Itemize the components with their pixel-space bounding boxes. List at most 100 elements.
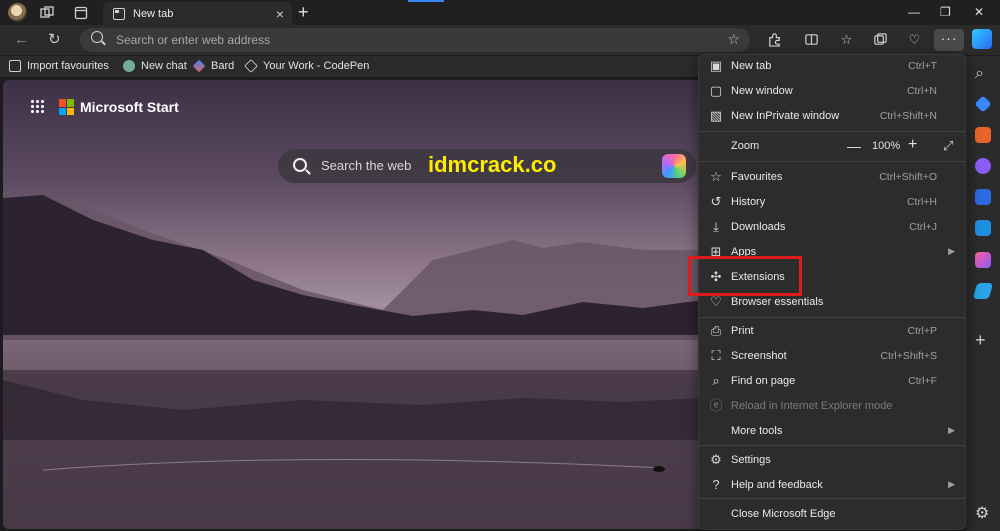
menu-label: Print <box>731 325 754 337</box>
menu-item-print[interactable]: ⎙ Print Ctrl+P <box>699 320 965 342</box>
web-search-box[interactable]: Search the web idmcrack.co <box>278 149 696 183</box>
menu-item-screenshot[interactable]: ⛶ Screenshot Ctrl+Shift+S <box>699 345 965 367</box>
menu-item-new-tab[interactable]: ▣ New tab Ctrl+T <box>699 55 965 77</box>
find-icon: ⌕ <box>712 373 720 388</box>
new-window-icon: ▢ <box>709 83 723 98</box>
menu-shortcut: Ctrl+Shift+N <box>879 110 937 122</box>
menu-label: New tab <box>731 60 772 72</box>
favourites-toolbar-icon[interactable]: ☆ <box>838 31 855 48</box>
menu-label: New window <box>731 85 793 97</box>
tab-new-tab[interactable]: New tab × <box>103 2 292 25</box>
menu-item-reload-ie-mode: ⓔ Reload in Internet Explorer mode <box>699 395 965 417</box>
ie-mode-icon: ⓔ <box>709 398 723 413</box>
search-placeholder: Search the web <box>321 158 412 173</box>
app-launcher-icon[interactable] <box>31 100 45 114</box>
menu-item-zoom: Zoom — 100% + ⤢ <box>699 135 965 157</box>
restore-icon[interactable]: ❐ <box>940 5 951 19</box>
history-icon: ↺ <box>710 194 722 209</box>
menu-item-history[interactable]: ↺ History Ctrl+H <box>699 191 965 213</box>
extensions-toolbar-icon[interactable] <box>766 31 783 48</box>
print-icon: ⎙ <box>710 323 722 338</box>
menu-label: Close Microsoft Edge <box>731 508 836 520</box>
refresh-icon[interactable]: ↻ <box>48 32 61 48</box>
copilot-icon[interactable] <box>662 154 686 178</box>
menu-item-favourites[interactable]: ☆ Favourites Ctrl+Shift+O <box>699 166 965 188</box>
essentials-icon: ♡ <box>710 294 722 309</box>
menu-item-more-tools[interactable]: More tools ▶ <box>699 420 965 442</box>
navigation-bar: ← ↻ Search or enter web address ☆ ☆ ♡ <box>0 25 1000 55</box>
menu-shortcut: Ctrl+J <box>909 221 937 233</box>
collections-icon[interactable] <box>872 31 889 48</box>
menu-label: Settings <box>731 454 771 466</box>
new-tab-button[interactable]: + <box>298 2 309 23</box>
edge-sidebar: ⌕ + ⚙ <box>966 56 1000 531</box>
menu-item-help-and-feedback[interactable]: ? Help and feedback ▶ <box>699 474 965 496</box>
copilot-icon[interactable] <box>972 29 992 49</box>
extensions-highlight-box <box>688 256 802 296</box>
submenu-arrow-icon: ▶ <box>948 246 955 256</box>
bookmark-new-chat[interactable]: New chat <box>123 60 187 72</box>
screenshot-icon: ⛶ <box>711 348 721 363</box>
menu-item-settings[interactable]: ⚙ Settings <box>699 449 965 471</box>
browser-essentials-icon[interactable]: ♡ <box>906 31 923 48</box>
microsoft-logo-icon <box>59 99 75 115</box>
menu-label: Favourites <box>731 171 783 183</box>
menu-separator <box>699 131 965 132</box>
menu-label: Browser essentials <box>731 296 824 308</box>
menu-shortcut: Ctrl+F <box>908 375 937 387</box>
menu-separator <box>699 161 965 162</box>
tab-close-icon[interactable]: × <box>276 6 284 22</box>
bookmark-label: Import favourites <box>27 60 109 72</box>
settings-icon: ⚙ <box>710 452 722 467</box>
zoom-in-button[interactable]: + <box>908 137 917 153</box>
back-icon[interactable]: ← <box>14 32 29 48</box>
watermark-text: idmcrack.co <box>428 152 557 177</box>
import-icon <box>9 60 21 72</box>
menu-item-new-window[interactable]: ▢ New window Ctrl+N <box>699 80 965 102</box>
close-window-icon[interactable]: ✕ <box>974 5 984 19</box>
downloads-icon: ⤓ <box>713 219 719 234</box>
menu-separator <box>699 317 965 318</box>
menu-label: History <box>731 196 766 208</box>
microsoft-start-title[interactable]: Microsoft Start <box>80 99 179 115</box>
tools-icon[interactable] <box>975 127 991 143</box>
menu-shortcut: Ctrl+H <box>906 196 937 208</box>
split-screen-icon[interactable] <box>803 31 820 48</box>
tab-actions-icon[interactable] <box>72 4 90 22</box>
send-icon[interactable] <box>972 283 994 299</box>
bookmark-import-favourites[interactable]: Import favourites <box>9 60 109 72</box>
fullscreen-icon[interactable]: ⤢ <box>943 138 953 154</box>
shopping-icon[interactable] <box>974 95 992 113</box>
zoom-out-button[interactable]: — <box>847 139 861 153</box>
favourite-star-icon[interactable]: ☆ <box>727 31 740 48</box>
outlook-icon[interactable] <box>975 220 991 236</box>
bookmark-bard[interactable]: Bard <box>192 59 235 73</box>
help-icon: ? <box>712 477 720 492</box>
sidebar-settings-icon[interactable]: ⚙ <box>975 506 989 522</box>
search-icon[interactable]: ⌕ <box>975 66 984 82</box>
minimize-icon[interactable]: — <box>908 5 920 19</box>
menu-item-downloads[interactable]: ⤓ Downloads Ctrl+J <box>699 216 965 238</box>
menu-item-new-inprivate-window[interactable]: ▧ New InPrivate window Ctrl+Shift+N <box>699 105 965 127</box>
new-tab-icon: ▣ <box>709 58 723 73</box>
games-icon[interactable] <box>975 158 991 174</box>
menu-item-find-on-page[interactable]: ⌕ Find on page Ctrl+F <box>699 370 965 392</box>
bard-icon <box>192 59 206 73</box>
menu-label: Reload in Internet Explorer mode <box>731 400 893 412</box>
menu-label: Zoom <box>731 140 760 152</box>
bookmark-label: New chat <box>141 60 187 72</box>
microsoft-365-icon[interactable] <box>975 189 991 205</box>
zoom-level: 100% <box>872 140 901 152</box>
menu-item-close-edge[interactable]: Close Microsoft Edge <box>699 503 965 525</box>
settings-and-more-button[interactable]: ··· <box>934 29 964 51</box>
address-bar[interactable]: Search or enter web address ☆ <box>80 28 750 52</box>
menu-shortcut: Ctrl+N <box>906 85 937 97</box>
bookmark-label: Bard <box>211 60 235 72</box>
designer-icon[interactable] <box>975 252 991 268</box>
add-icon[interactable]: + <box>975 331 986 349</box>
bookmark-codepen[interactable]: Your Work - CodePen <box>244 59 369 73</box>
workspaces-icon[interactable] <box>38 4 56 22</box>
title-accent-bar <box>408 0 444 2</box>
profile-avatar[interactable] <box>8 3 27 22</box>
codepen-icon <box>244 59 258 73</box>
